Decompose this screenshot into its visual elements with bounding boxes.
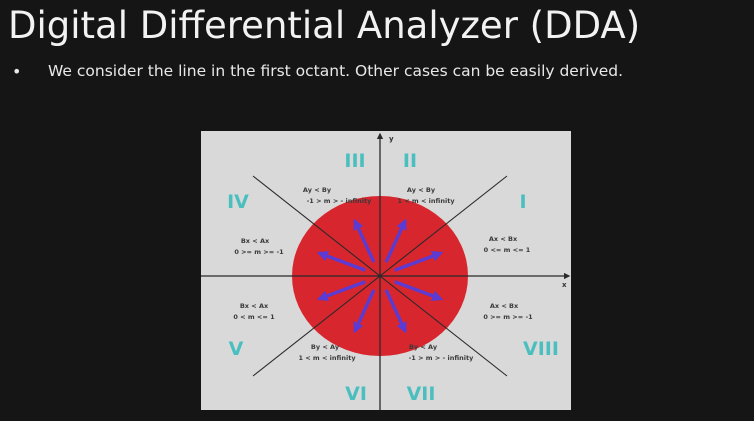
octant-diagram-svg: x y I II III IV V VI VII VIII Ax < Bx 0 … (201, 132, 571, 410)
octant-VII-condition: By < Ay (409, 343, 438, 351)
slide: Digital Differential Analyzer (DDA) • We… (0, 0, 754, 421)
octant-V-range: 0 < m <= 1 (233, 313, 275, 321)
slide-title: Digital Differential Analyzer (DDA) (8, 4, 641, 47)
octant-I-condition: Ax < Bx (489, 235, 518, 243)
octant-II-range: 1 < m < infinity (397, 197, 455, 205)
octant-VI-label: VI (345, 383, 367, 405)
octant-I-range: 0 <= m <= 1 (484, 246, 531, 254)
y-axis-label: y (389, 135, 394, 143)
octant-VIII-label: VIII (523, 338, 559, 360)
octant-VI-range: 1 < m < infinity (298, 354, 356, 362)
octant-III-label: III (344, 150, 365, 172)
bullet-text: We consider the line in the first octant… (48, 62, 623, 80)
x-axis-label: x (562, 281, 567, 289)
octant-V-condition: Bx < Ax (240, 302, 269, 310)
octant-VII-range: -1 > m > - infinity (409, 354, 475, 362)
octant-III-range: -1 > m > - infinity (307, 197, 373, 205)
octant-IV-range: 0 >= m >= -1 (234, 248, 284, 256)
octant-IV-label: IV (227, 191, 249, 213)
octant-V-label: V (229, 338, 244, 360)
octant-VII-label: VII (407, 383, 436, 405)
octant-IV-condition: Bx < Ax (241, 237, 270, 245)
bullet-dot: • (12, 62, 22, 81)
octant-II-label: II (403, 150, 417, 172)
octant-diagram: x y I II III IV V VI VII VIII Ax < Bx 0 … (201, 131, 571, 410)
octant-I-label: I (519, 191, 526, 213)
octant-VIII-range: 0 >= m >= -1 (483, 313, 533, 321)
octant-III-condition: Ay < By (303, 186, 332, 194)
octant-II-condition: Ay < By (407, 186, 436, 194)
octant-VI-condition: By < Ay (311, 343, 340, 351)
octant-VIII-condition: Ax < Bx (490, 302, 519, 310)
